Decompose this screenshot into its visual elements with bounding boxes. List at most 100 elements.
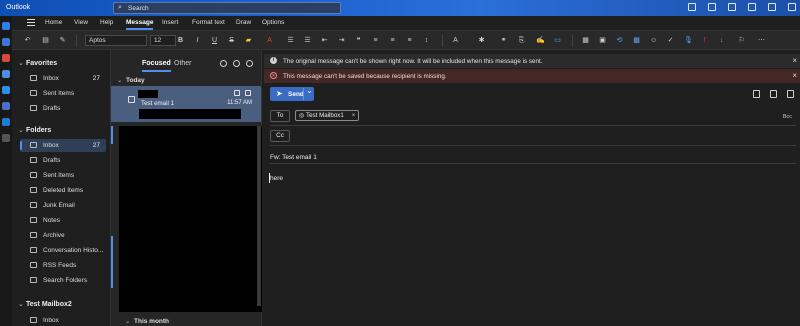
importance-high-icon[interactable]: ! bbox=[701, 37, 708, 44]
group-header-this-month[interactable]: ⌄ This month bbox=[125, 317, 169, 325]
send-options-button[interactable] bbox=[303, 86, 314, 100]
folder-item-sent-items[interactable]: Sent Items bbox=[20, 169, 106, 182]
folder-item-deleted-items[interactable]: Deleted Items bbox=[20, 184, 106, 197]
filter-icon[interactable] bbox=[233, 60, 240, 67]
settings-icon[interactable] bbox=[788, 3, 796, 11]
notifications-icon[interactable] bbox=[728, 3, 736, 11]
tab-message[interactable]: Message bbox=[126, 19, 154, 30]
clear-format-icon[interactable]: ✱ bbox=[478, 37, 485, 44]
folder-item-drafts[interactable]: Drafts bbox=[20, 154, 106, 167]
tab-format-text[interactable]: Format text bbox=[192, 19, 225, 26]
clipboard-icon[interactable]: ▤ bbox=[42, 37, 49, 44]
highlight-icon[interactable]: ▰ bbox=[245, 37, 252, 44]
hamburger-icon[interactable] bbox=[27, 19, 35, 26]
sensitivity-icon[interactable]: ⚐ bbox=[738, 37, 745, 44]
todo-icon[interactable] bbox=[2, 86, 10, 94]
cc-button[interactable]: Cc bbox=[270, 130, 290, 142]
favorites-header[interactable]: ⌄ Favorites bbox=[18, 59, 57, 67]
more-options-icon[interactable]: ⋯ bbox=[758, 37, 765, 44]
tab-view[interactable]: View bbox=[74, 19, 88, 26]
copilot-icon[interactable] bbox=[2, 54, 10, 62]
decrease-indent-icon[interactable]: ⇤ bbox=[321, 37, 328, 44]
whats-new-icon[interactable] bbox=[708, 3, 716, 11]
align-right-icon[interactable]: ≡ bbox=[406, 37, 413, 44]
folder-item-notes[interactable]: Notes bbox=[20, 214, 106, 227]
align-center-icon[interactable]: ≡ bbox=[389, 37, 396, 44]
message-checkbox[interactable] bbox=[128, 96, 135, 103]
favorites-item-inbox[interactable]: Inbox 27 bbox=[20, 72, 106, 85]
tab-home[interactable]: Home bbox=[45, 19, 62, 26]
search-box[interactable]: ⌕ Search bbox=[113, 2, 341, 14]
font-family-select[interactable]: Aptos bbox=[85, 35, 147, 46]
copilot-icon[interactable] bbox=[220, 60, 227, 67]
calendar-icon[interactable] bbox=[2, 38, 10, 46]
to-button[interactable]: To bbox=[270, 110, 290, 122]
folder-item-rss-feeds[interactable]: RSS Feeds bbox=[20, 259, 106, 272]
apps-addin-icon[interactable]: ▩ bbox=[633, 37, 640, 44]
favorites-item-sent-items[interactable]: Sent Items bbox=[20, 87, 106, 100]
folder-item-conversation-history[interactable]: Conversation Histo... bbox=[20, 244, 106, 257]
underline-icon[interactable]: U bbox=[211, 37, 218, 44]
strikethrough-icon[interactable]: S bbox=[228, 37, 235, 44]
close-icon[interactable]: × bbox=[792, 71, 797, 80]
line-spacing-icon[interactable]: ↕ bbox=[423, 37, 430, 44]
favorites-item-drafts[interactable]: Drafts bbox=[20, 102, 106, 115]
signature-icon[interactable]: ✍ bbox=[536, 37, 545, 44]
tab-insert[interactable]: Insert bbox=[162, 19, 178, 26]
quote-icon[interactable]: ❝ bbox=[355, 37, 362, 44]
folders-header[interactable]: ⌄ Folders bbox=[18, 126, 51, 134]
tab-options[interactable]: Options bbox=[262, 19, 284, 26]
close-icon[interactable]: × bbox=[792, 56, 797, 65]
loop-icon[interactable]: ⟲ bbox=[616, 37, 623, 44]
subject-field[interactable]: Fw: Test email 1 bbox=[270, 154, 317, 161]
pivot-focused[interactable]: Focused bbox=[142, 60, 171, 72]
pop-out-icon[interactable] bbox=[787, 90, 794, 98]
editor-icon[interactable]: ✓ bbox=[667, 37, 674, 44]
table-icon[interactable]: ▦ bbox=[582, 37, 589, 44]
discard-icon[interactable] bbox=[770, 90, 777, 98]
sort-icon[interactable] bbox=[246, 60, 253, 67]
list-scrollbar[interactable] bbox=[257, 126, 261, 306]
importance-low-icon[interactable]: ↓ bbox=[718, 37, 725, 44]
meeting-icon[interactable]: ▭ bbox=[554, 37, 561, 44]
bold-icon[interactable]: B bbox=[177, 37, 184, 44]
align-left-icon[interactable]: ≡ bbox=[372, 37, 379, 44]
onedrive-icon[interactable] bbox=[2, 118, 10, 126]
picture-icon[interactable]: ▣ bbox=[599, 37, 606, 44]
folder-item-archive[interactable]: Archive bbox=[20, 229, 106, 242]
dictate-icon[interactable]: 🎙 bbox=[684, 37, 693, 44]
tips-icon[interactable] bbox=[768, 3, 776, 11]
emoji-icon[interactable]: ☺ bbox=[650, 37, 657, 44]
message-body[interactable]: here bbox=[270, 175, 283, 182]
styles-icon[interactable]: A bbox=[452, 37, 459, 44]
group-header-today[interactable]: ⌄ Today bbox=[117, 76, 145, 84]
groups-icon[interactable] bbox=[2, 102, 10, 110]
link-icon[interactable]: ⚭ bbox=[500, 37, 507, 44]
font-color-icon[interactable]: A bbox=[266, 37, 273, 44]
remove-recipient-icon[interactable]: × bbox=[352, 112, 356, 119]
my-day-icon[interactable] bbox=[748, 3, 756, 11]
delete-icon[interactable] bbox=[234, 90, 240, 96]
recipient-chip[interactable]: ◎ Test Mailbox1 × bbox=[295, 110, 360, 121]
numbering-icon[interactable]: ☰ bbox=[304, 37, 311, 44]
meet-now-icon[interactable] bbox=[688, 3, 696, 11]
message-item[interactable]: Test email 1 11:57 AM bbox=[111, 86, 261, 122]
font-size-select[interactable]: 12 bbox=[150, 35, 176, 46]
folder-item-inbox[interactable]: Inbox 27 bbox=[20, 139, 106, 152]
attach-icon[interactable]: ⎘ bbox=[518, 37, 525, 44]
mailbox2-header[interactable]: ⌄ Test Mailbox2 bbox=[18, 300, 72, 308]
folder-item-search-folders[interactable]: Search Folders bbox=[20, 274, 106, 287]
italic-icon[interactable]: I bbox=[194, 37, 201, 44]
send-button[interactable]: ➤ Send bbox=[270, 86, 314, 101]
pivot-other[interactable]: Other bbox=[174, 60, 192, 67]
mailbox2-item-inbox[interactable]: Inbox bbox=[20, 314, 106, 326]
sensitivity-icon[interactable] bbox=[753, 90, 760, 98]
apps-icon[interactable] bbox=[2, 134, 10, 142]
mail-icon[interactable] bbox=[2, 22, 10, 30]
bullets-icon[interactable]: ☰ bbox=[287, 37, 294, 44]
increase-indent-icon[interactable]: ⇥ bbox=[338, 37, 345, 44]
tab-draw[interactable]: Draw bbox=[236, 19, 251, 26]
tab-help[interactable]: Help bbox=[100, 19, 113, 26]
people-icon[interactable] bbox=[2, 70, 10, 78]
format-painter-icon[interactable]: ✎ bbox=[59, 37, 66, 44]
